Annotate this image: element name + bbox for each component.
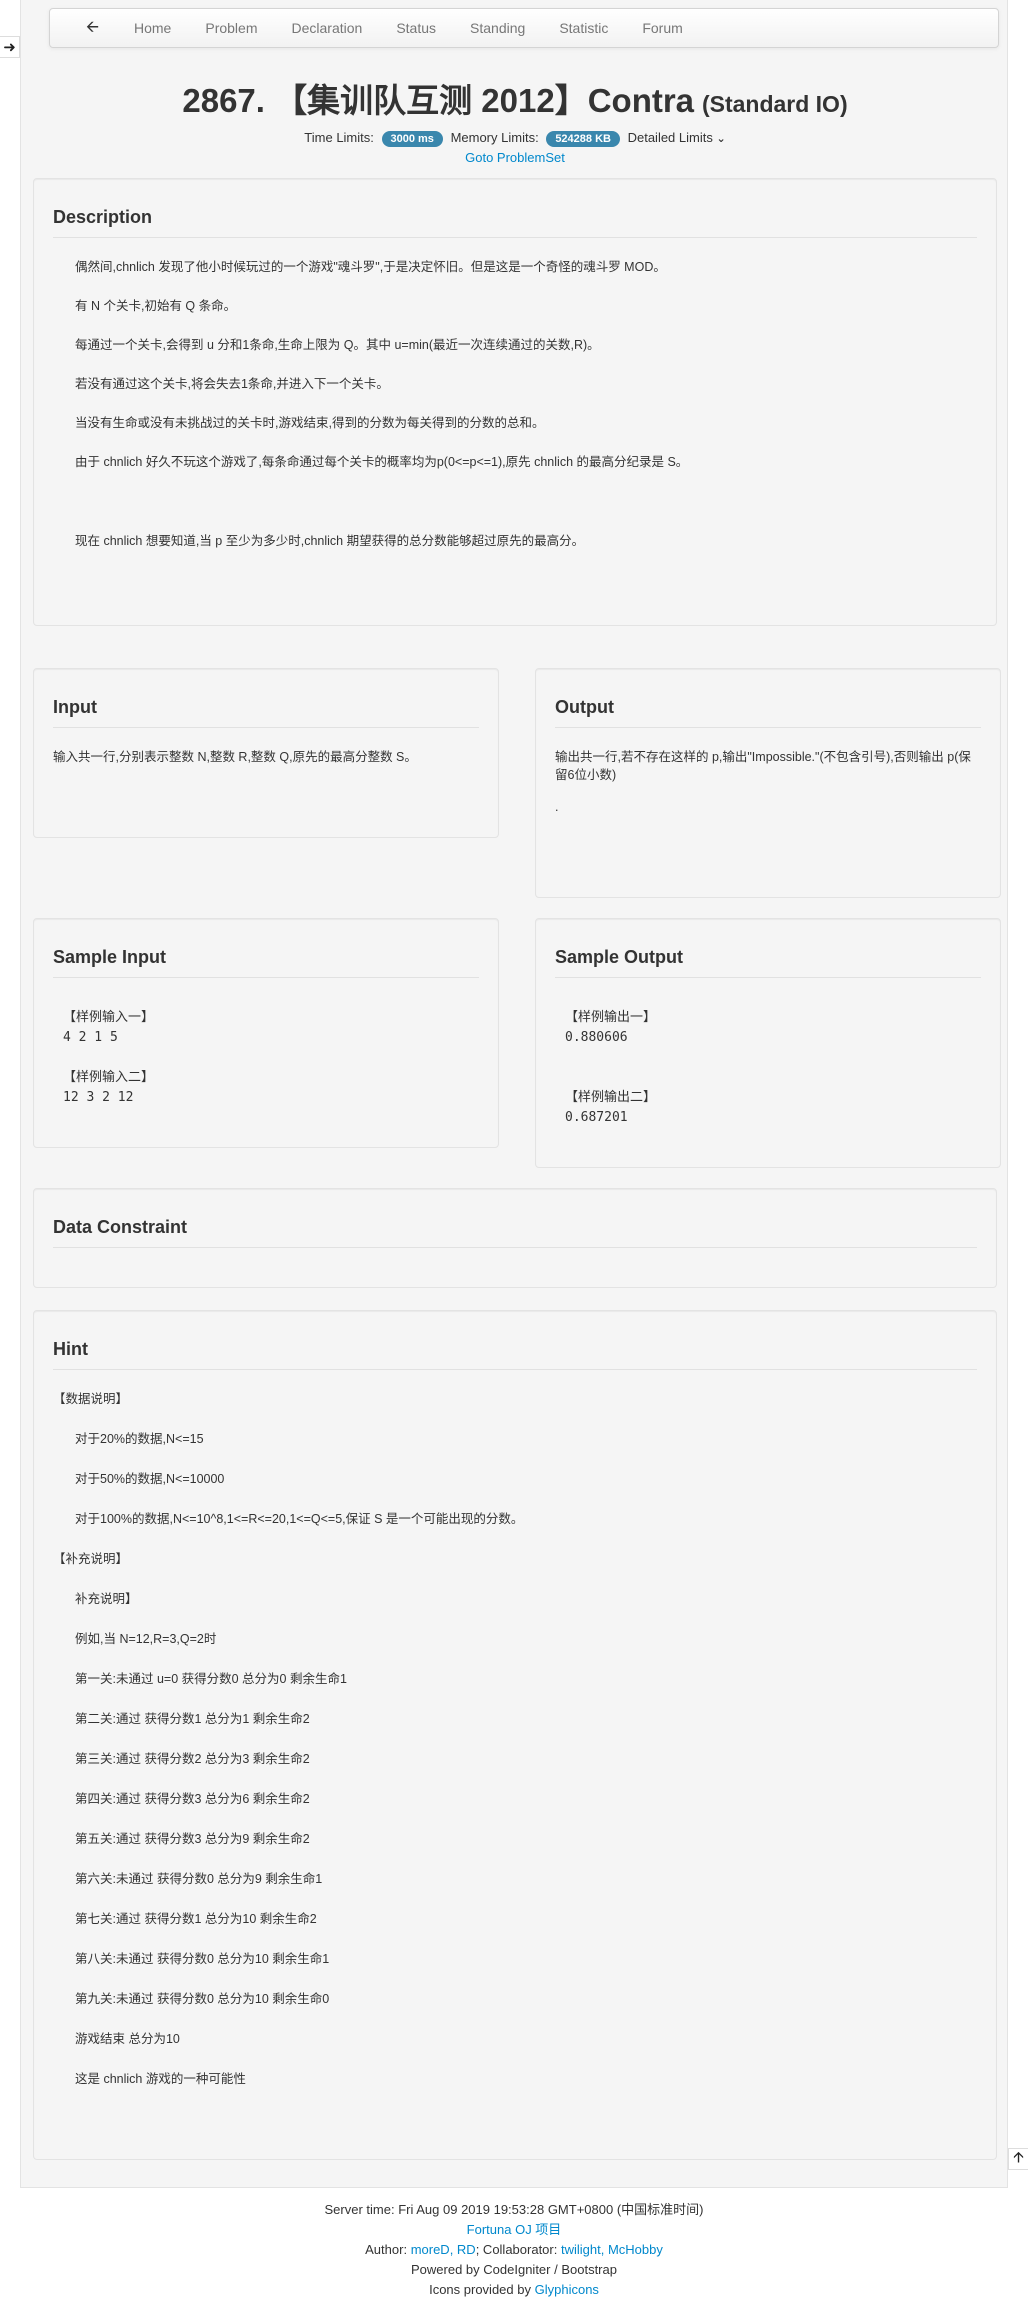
nav-standing[interactable]: Standing (453, 8, 542, 48)
hint-line: 第六关:未通过 获得分数0 总分为9 剩余生命1 (75, 1872, 323, 1886)
sample-output-line (555, 1048, 981, 1068)
author-label: Author: (365, 2242, 408, 2257)
sidebar-toggle-button[interactable]: ➜ (0, 36, 20, 58)
time-limit-label: Time Limits: (304, 130, 374, 145)
output-text: 输出共一行,若不存在这样的 p,输出"Impossible."(不包含引号),否… (555, 750, 971, 782)
output-panel: Output 输出共一行,若不存在这样的 p,输出"Impossible."(不… (535, 668, 1001, 898)
problem-title: 2867. 【集训队互测 2012】Contra (Standard IO) (21, 74, 1009, 122)
hint-line: 第二关:通过 获得分数1 总分为1 剩余生命2 (75, 1712, 310, 1726)
sample-input-title: Sample Input (53, 947, 479, 978)
description-paragraph: 若没有通过这个关卡,将会失去1条命,并进入下一个关卡。 (75, 377, 389, 391)
description-paragraph: 每通过一个关卡,会得到 u 分和1条命,生命上限为 Q。其中 u=min(最近一… (75, 338, 600, 352)
back-to-top-button[interactable]: 🡩 (1008, 2148, 1028, 2170)
nav-declaration[interactable]: Declaration (275, 8, 380, 48)
description-panel: Description 偶然间,chnlich 发现了他小时候玩过的一个游戏"魂… (33, 178, 997, 626)
hint-line: 第四关:通过 获得分数3 总分为6 剩余生命2 (75, 1792, 310, 1806)
hint-line: 对于50%的数据,N<=10000 (75, 1472, 225, 1486)
hint-line: 对于20%的数据,N<=15 (75, 1432, 204, 1446)
hint-line: 补充说明】 (75, 1592, 138, 1606)
hint-line: 游戏结束 总分为10 (75, 2032, 180, 2046)
description-paragraph: 有 N 个关卡,初始有 Q 条命。 (75, 299, 237, 313)
sample-output-line: 【样例输出二】 (565, 1090, 657, 1105)
sample-output-line (555, 1068, 981, 1088)
io-type: (Standard IO) (701, 91, 848, 117)
nav-home[interactable]: Home (117, 8, 188, 48)
nav-status[interactable]: Status (379, 8, 453, 48)
goto-problemset-link[interactable]: Goto ProblemSet (21, 150, 1009, 165)
output-title: Output (555, 697, 981, 728)
data-constraint-title: Data Constraint (53, 1217, 977, 1248)
input-title: Input (53, 697, 479, 728)
sample-input-line (53, 1048, 479, 1068)
hint-line: 例如,当 N=12,R=3,Q=2时 (75, 1632, 217, 1646)
sample-output-title: Sample Output (555, 947, 981, 978)
chevron-down-icon: ⌄ (716, 133, 726, 145)
top-navbar: 🡨 Home Problem Declaration Status Standi… (49, 8, 999, 48)
hint-line: 第九关:未通过 获得分数0 总分为10 剩余生命0 (75, 1992, 330, 2006)
page-container: 🡨 Home Problem Declaration Status Standi… (20, 0, 1008, 2188)
sample-output-line: 【样例输出一】 (565, 1010, 657, 1025)
nav-forum[interactable]: Forum (625, 8, 699, 48)
description-paragraph: 现在 chnlich 想要知道,当 p 至少为多少时,chnlich 期望获得的… (75, 534, 585, 548)
sample-input-panel: Sample Input 【样例输入一】 4 2 1 5 【样例输入二】 12 … (33, 918, 499, 1148)
sample-output-line: 0.880606 (565, 1030, 628, 1045)
collaborator-label: ; Collaborator: (475, 2242, 558, 2257)
back-button[interactable]: 🡨 (66, 8, 117, 48)
hint-panel: Hint 【数据说明】 对于20%的数据,N<=15 对于50%的数据,N<=1… (33, 1310, 997, 2160)
problem-title-text: 2867. 【集训队互测 2012】Contra (182, 82, 695, 119)
collaborator-links[interactable]: twilight, McHobby (561, 2242, 663, 2257)
data-constraint-panel: Data Constraint (33, 1188, 997, 1288)
time-limit-badge: 3000 ms (381, 131, 443, 147)
hint-line: 第八关:未通过 获得分数0 总分为10 剩余生命1 (75, 1952, 330, 1966)
icons-label: Icons provided by (429, 2282, 531, 2297)
arrow-up-icon: 🡩 (1013, 2148, 1024, 2166)
description-paragraph: 偶然间,chnlich 发现了他小时候玩过的一个游戏"魂斗罗",于是决定怀旧。但… (75, 260, 666, 274)
icons-credit: Icons provided by Glyphicons (0, 2280, 1028, 2300)
sample-input-line: 【样例输入一】 (63, 1010, 155, 1025)
page-footer: Server time: Fri Aug 09 2019 19:53:28 GM… (0, 2200, 1028, 2300)
sample-input-line: 4 2 1 5 (63, 1030, 118, 1045)
arrow-left-icon: 🡨 (86, 19, 99, 36)
hint-line: 第五关:通过 获得分数3 总分为9 剩余生命2 (75, 1832, 310, 1846)
hint-heading: 【补充说明】 (53, 1552, 129, 1566)
sample-output-panel: Sample Output 【样例输出一】 0.880606 【样例输出二】 0… (535, 918, 1001, 1168)
author-links[interactable]: moreD, RD (411, 2242, 476, 2257)
sample-output-line: 0.687201 (565, 1110, 628, 1125)
hint-line: 对于100%的数据,N<=10^8,1<=R<=20,1<=Q<=5,保证 S … (75, 1512, 524, 1526)
hint-line: 第一关:未通过 u=0 获得分数0 总分为0 剩余生命1 (75, 1672, 347, 1686)
detailed-limits-toggle[interactable]: Detailed Limits ⌄ (628, 130, 726, 145)
limits-row: Time Limits: 3000 ms Memory Limits: 5242… (21, 130, 1009, 147)
input-panel: Input 输入共一行,分别表示整数 N,整数 R,整数 Q,原先的最高分整数 … (33, 668, 499, 838)
author-line: Author: moreD, RD; Collaborator: twiligh… (0, 2240, 1028, 2260)
description-title: Description (53, 207, 977, 238)
hint-heading: 【数据说明】 (53, 1392, 129, 1406)
arrow-right-icon: ➜ (3, 39, 16, 56)
sample-input-line: 12 3 2 12 (63, 1090, 134, 1105)
glyphicons-link[interactable]: Glyphicons (535, 2282, 599, 2297)
hint-line: 这是 chnlich 游戏的一种可能性 (75, 2072, 246, 2086)
powered-by: Powered by CodeIgniter / Bootstrap (411, 2262, 617, 2277)
output-extra: . (555, 800, 559, 814)
server-time: Server time: Fri Aug 09 2019 19:53:28 GM… (324, 2202, 704, 2217)
project-link[interactable]: Fortuna OJ 项目 (0, 2220, 1028, 2240)
detailed-limits-label: Detailed Limits (627, 130, 713, 145)
hint-title: Hint (53, 1339, 977, 1370)
input-text: 输入共一行,分别表示整数 N,整数 R,整数 Q,原先的最高分整数 S。 (53, 750, 417, 764)
nav-statistic[interactable]: Statistic (542, 8, 625, 48)
hint-line: 第七关:通过 获得分数1 总分为10 剩余生命2 (75, 1912, 317, 1926)
hint-line: 第三关:通过 获得分数2 总分为3 剩余生命2 (75, 1752, 310, 1766)
nav-problem[interactable]: Problem (188, 8, 274, 48)
memory-limit-badge: 524288 KB (546, 131, 620, 147)
memory-limit-label: Memory Limits: (450, 130, 539, 145)
description-paragraph: 由于 chnlich 好久不玩这个游戏了,每条命通过每个关卡的概率均为p(0<=… (75, 455, 689, 469)
sample-input-line: 【样例输入二】 (63, 1070, 155, 1085)
description-paragraph: 当没有生命或没有未挑战过的关卡时,游戏结束,得到的分数为每关得到的分数的总和。 (75, 416, 545, 430)
